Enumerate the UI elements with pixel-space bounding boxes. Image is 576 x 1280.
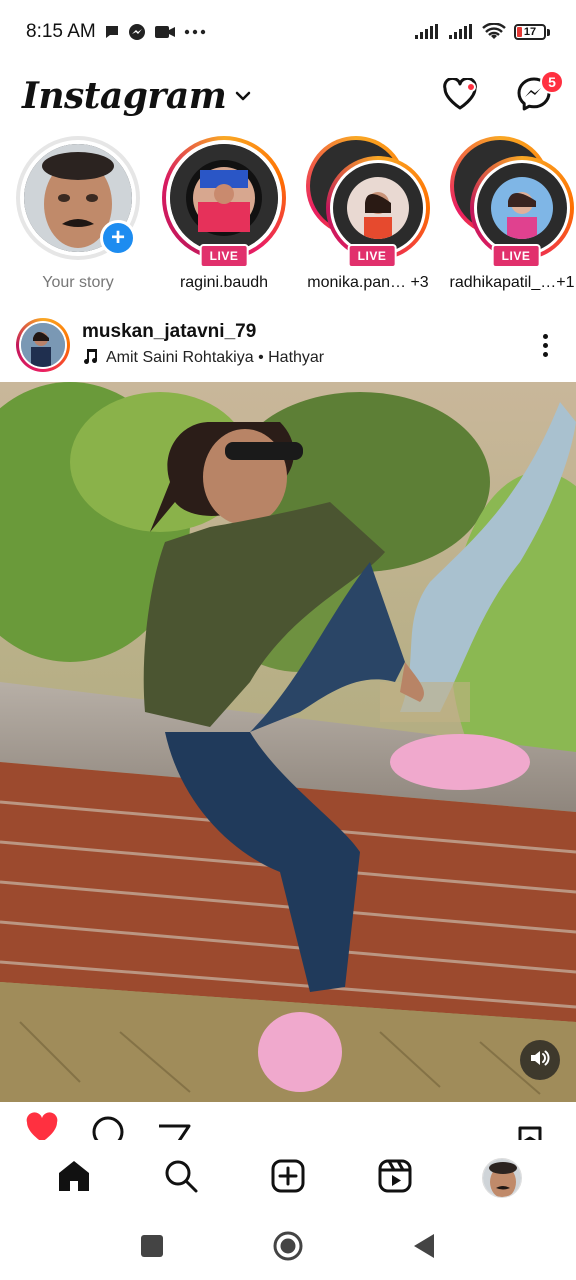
music-note-icon	[82, 347, 98, 370]
story-name: Your story	[42, 274, 114, 291]
home-icon	[56, 1158, 92, 1199]
live-badge: LIVE	[491, 244, 541, 268]
nav-create[interactable]	[258, 1148, 318, 1208]
save-button[interactable]	[512, 1110, 548, 1144]
audio-label: Amit Saini Rohtakiya • Hathyar	[106, 349, 325, 366]
battery-icon: 17	[514, 24, 550, 40]
profile-avatar	[482, 1158, 523, 1198]
messenger-icon	[128, 23, 146, 41]
story-radhikapatil[interactable]: LIVE radhikapatil_…+1	[440, 136, 576, 292]
search-icon	[163, 1158, 199, 1199]
battery-level: 17	[523, 26, 537, 38]
nav-search[interactable]	[151, 1148, 211, 1208]
recents-icon	[140, 1234, 164, 1263]
story-your-story[interactable]: + Your story	[6, 136, 150, 292]
notifications-button[interactable]	[440, 76, 480, 116]
video-camera-icon	[154, 24, 176, 40]
chat-bubble-icon	[104, 24, 120, 40]
notification-dot	[466, 82, 476, 92]
messages-button[interactable]: 5	[514, 70, 564, 116]
wifi-icon	[482, 23, 506, 41]
status-time: 8:15 AM	[26, 21, 96, 42]
more-options-button[interactable]	[530, 325, 560, 365]
live-badge: LIVE	[199, 244, 249, 268]
more-vertical-icon	[542, 333, 548, 339]
post-photo	[0, 382, 576, 1102]
post-audio[interactable]: Amit Saini Rohtakiya • Hathyar	[82, 347, 324, 370]
nav-home[interactable]	[44, 1148, 104, 1208]
status-bar: 8:15 AM 17	[0, 0, 576, 64]
post-username[interactable]: muskan_jatavni_79	[82, 321, 324, 343]
stories-tray: + Your story LIVE ragini.baudh LIVE moni…	[0, 136, 576, 300]
back-icon	[412, 1233, 436, 1264]
nav-profile[interactable]	[472, 1148, 532, 1208]
back-button[interactable]	[404, 1228, 444, 1268]
post-image[interactable]	[0, 382, 576, 1102]
like-button[interactable]	[24, 1110, 60, 1144]
story-name: radhikapatil_…+1	[449, 274, 575, 291]
app-header: Instagram 5	[0, 64, 576, 128]
add-story-icon[interactable]: +	[100, 220, 136, 256]
avatar	[347, 177, 409, 239]
recents-button[interactable]	[132, 1228, 172, 1268]
share-button[interactable]	[156, 1110, 192, 1144]
more-dots-icon	[184, 29, 206, 35]
story-ragini-baudh[interactable]: LIVE ragini.baudh	[152, 136, 296, 292]
post-header: muskan_jatavni_79 Amit Saini Rohtakiya •…	[0, 310, 576, 380]
system-nav-bar	[0, 1216, 576, 1280]
nav-reels[interactable]	[365, 1148, 425, 1208]
signal-icon	[414, 24, 440, 40]
story-name: ragini.baudh	[179, 274, 269, 291]
story-monika-pan[interactable]: LIVE monika.pan… +3	[296, 136, 440, 292]
chevron-down-icon[interactable]	[234, 90, 252, 102]
mute-button[interactable]	[520, 1040, 560, 1080]
avatar	[170, 144, 278, 252]
signal-icon	[448, 24, 474, 40]
bottom-nav	[0, 1140, 576, 1216]
create-icon	[270, 1158, 306, 1199]
reels-icon	[377, 1158, 413, 1199]
post-avatar[interactable]	[16, 318, 70, 372]
messages-badge: 5	[540, 70, 564, 94]
live-badge: LIVE	[347, 244, 397, 268]
instagram-logo[interactable]: Instagram	[22, 75, 227, 117]
speaker-icon	[529, 1048, 551, 1073]
avatar	[491, 177, 553, 239]
system-home-button[interactable]	[268, 1228, 308, 1268]
story-name: monika.pan… +3	[307, 274, 429, 291]
comment-button[interactable]	[90, 1110, 126, 1144]
post-actions	[0, 1104, 576, 1144]
home-circle-icon	[272, 1230, 304, 1267]
